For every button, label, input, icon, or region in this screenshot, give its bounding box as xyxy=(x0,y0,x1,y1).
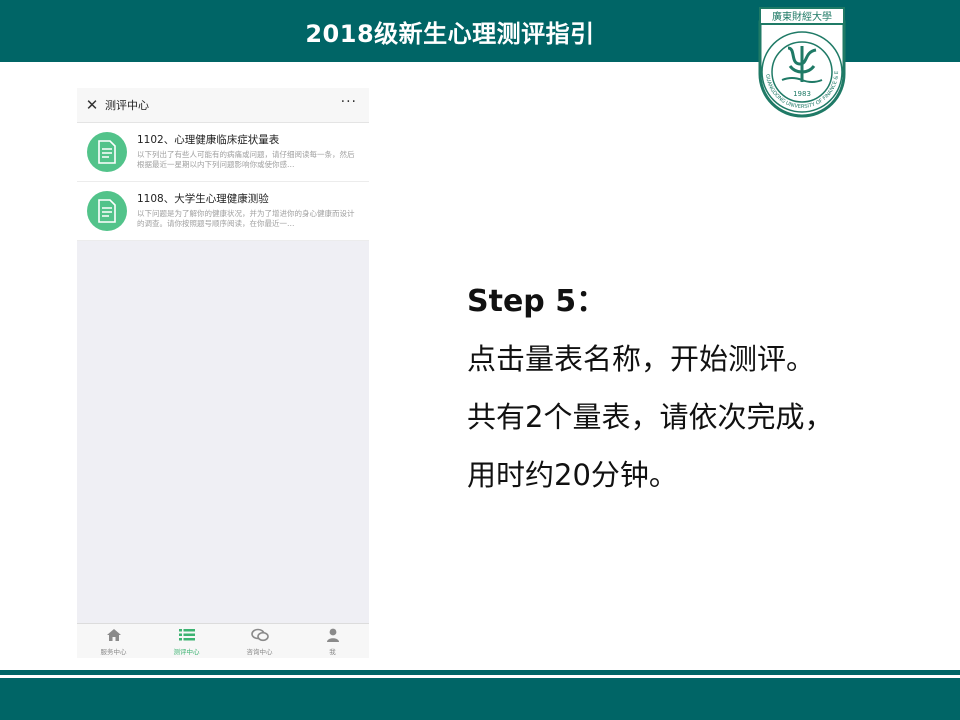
step-line-2: 共有2个量表，请依次完成， xyxy=(467,400,834,434)
tab-assessment-center[interactable]: 测评中心 xyxy=(150,624,223,658)
more-icon[interactable]: ··· xyxy=(341,94,357,110)
logo-top-text: 廣東財經大學 xyxy=(772,10,832,23)
phone-nav-title: 测评中心 xyxy=(105,99,149,112)
phone-nav-bar: ✕ 测评中心 ··· xyxy=(77,88,369,123)
tab-counseling-center[interactable]: 咨询中心 xyxy=(223,624,296,658)
footer-divider xyxy=(0,670,960,675)
phone-screenshot: ✕ 测评中心 ··· 1102、心理健康临床症状量表 以下列出了有些人可能有的病… xyxy=(77,88,369,658)
scale-description: 以下问题是为了解你的健康状况，并为了增进你的身心健康而设计的调查。请你按照题号顺… xyxy=(137,209,355,228)
close-icon[interactable]: ✕ xyxy=(79,96,105,114)
document-icon xyxy=(87,191,127,231)
tab-label: 测评中心 xyxy=(173,648,200,656)
tab-label: 服务中心 xyxy=(100,648,127,656)
tab-me[interactable]: 我 xyxy=(296,624,369,658)
step-line-1: 点击量表名称，开始测评。 xyxy=(467,342,816,376)
step-heading: Step 5： xyxy=(467,284,607,319)
university-logo: 廣東財經大學 GUANGDONG UNIVERSITY OF FINANCE &… xyxy=(752,4,846,118)
list-icon xyxy=(178,629,195,641)
footer-bar xyxy=(0,678,960,720)
scale-title: 1108、大学生心理健康测验 xyxy=(137,193,269,205)
tab-label: 咨询中心 xyxy=(246,648,273,656)
logo-year: 1983 xyxy=(793,90,811,98)
scale-description: 以下列出了有些人可能有的病痛或问题，请仔细阅读每一条，然后根据最近一星期以内下列… xyxy=(137,150,355,169)
list-item[interactable]: 1102、心理健康临床症状量表 以下列出了有些人可能有的病痛或问题，请仔细阅读每… xyxy=(77,123,369,182)
chat-icon xyxy=(250,628,269,642)
user-icon xyxy=(326,628,339,642)
phone-tab-bar: 服务中心 测评中心 咨询中心 我 xyxy=(77,623,369,658)
scale-list: 1102、心理健康临床症状量表 以下列出了有些人可能有的病痛或问题，请仔细阅读每… xyxy=(77,123,369,241)
scale-title: 1102、心理健康临床症状量表 xyxy=(137,134,280,146)
home-icon xyxy=(106,629,121,641)
document-icon xyxy=(87,132,127,172)
tab-service-center[interactable]: 服务中心 xyxy=(77,624,150,658)
step-line-3: 用时约20分钟。 xyxy=(467,458,678,492)
list-item[interactable]: 1108、大学生心理健康测验 以下问题是为了解你的健康状况，并为了增进你的身心健… xyxy=(77,182,369,241)
tab-label: 我 xyxy=(329,648,336,656)
